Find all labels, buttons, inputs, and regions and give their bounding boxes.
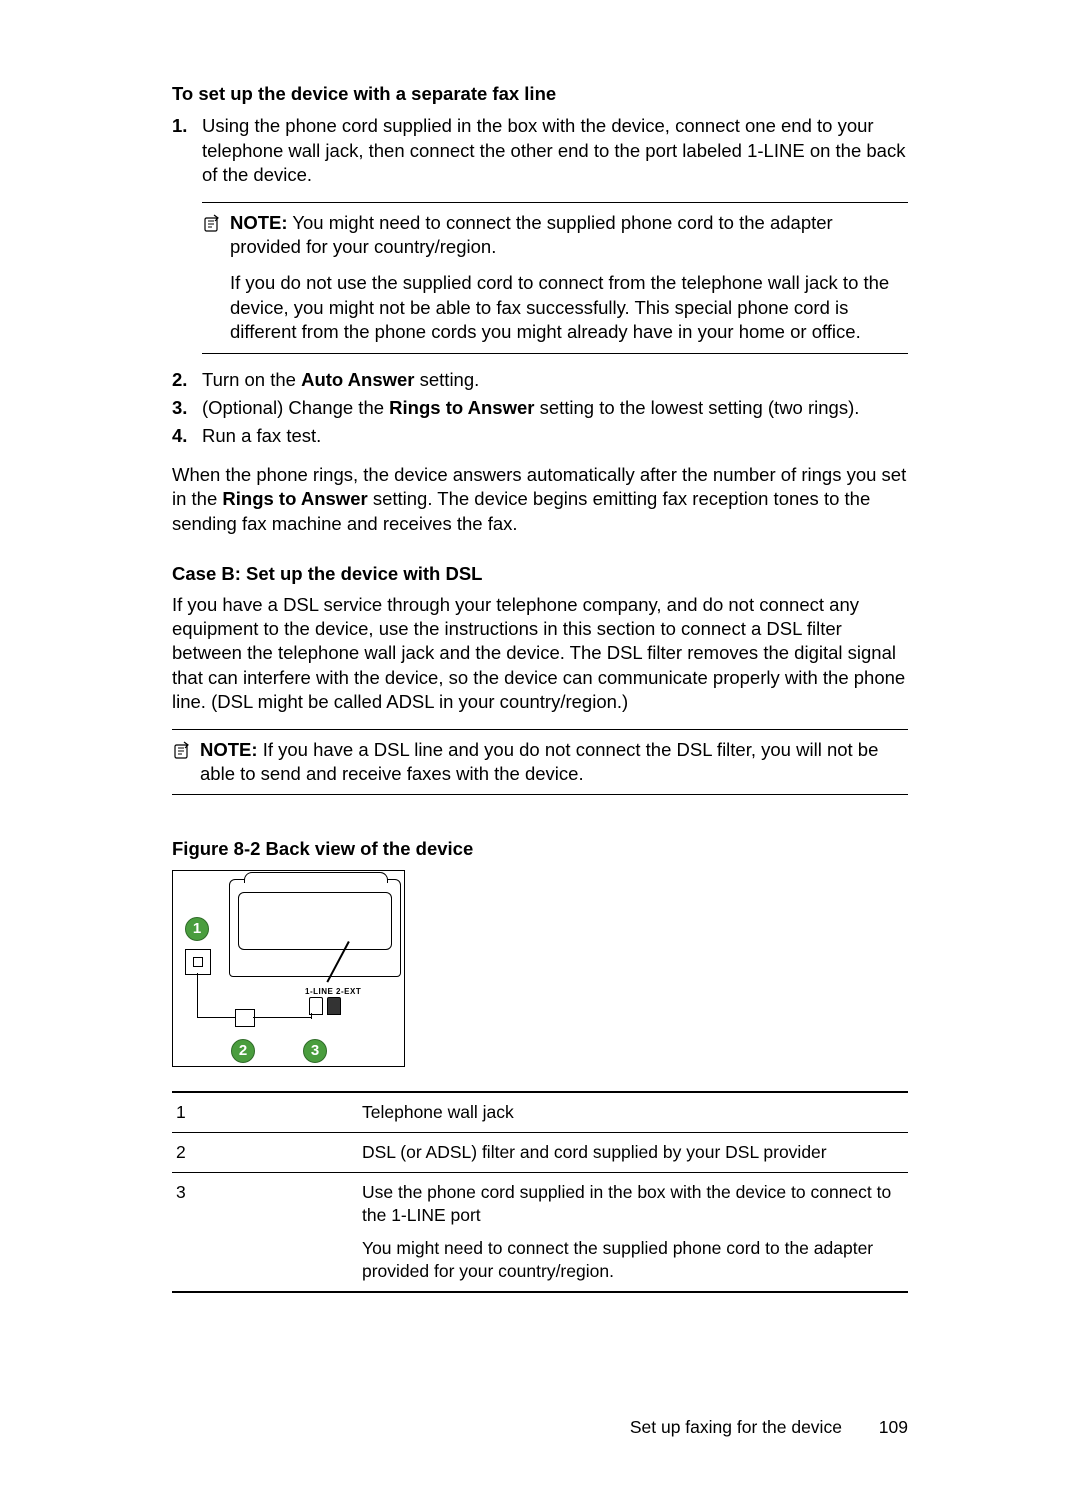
printer-icon bbox=[229, 879, 401, 977]
closing-paragraph: When the phone rings, the device answers… bbox=[172, 463, 908, 536]
wire-icon bbox=[311, 1013, 312, 1019]
figure-8-2: 1-LINE 2-EXT 1 2 3 bbox=[172, 870, 405, 1067]
bold-term: Auto Answer bbox=[301, 369, 414, 390]
note-label: NOTE: bbox=[200, 739, 258, 760]
step-number: 2. bbox=[172, 368, 202, 392]
table-row: 3 Use the phone cord supplied in the box… bbox=[172, 1172, 908, 1292]
footer-section-title: Set up faxing for the device bbox=[630, 1417, 842, 1437]
step-number: 3. bbox=[172, 396, 202, 420]
note-box: NOTE: You might need to connect the supp… bbox=[202, 202, 908, 354]
legend-number: 1 bbox=[172, 1092, 358, 1133]
wall-jack-icon bbox=[185, 949, 211, 975]
wire-icon bbox=[197, 973, 198, 1017]
figure-caption: Figure 8-2 Back view of the device bbox=[172, 837, 908, 861]
step-body: Run a fax test. bbox=[202, 424, 908, 448]
note-icon bbox=[172, 738, 200, 787]
note-box: NOTE: If you have a DSL line and you do … bbox=[172, 729, 908, 796]
note-label: NOTE: bbox=[230, 212, 288, 233]
text: setting to the lowest setting (two rings… bbox=[534, 397, 859, 418]
dsl-filter-icon bbox=[235, 1009, 255, 1027]
table-row: 1 Telephone wall jack bbox=[172, 1092, 908, 1133]
step-4: 4. Run a fax test. bbox=[172, 424, 908, 448]
note-text: NOTE: You might need to connect the supp… bbox=[230, 211, 908, 345]
figure-legend-table: 1 Telephone wall jack 2 DSL (or ADSL) fi… bbox=[172, 1091, 908, 1294]
step-number: 4. bbox=[172, 424, 202, 448]
page-number: 109 bbox=[879, 1417, 908, 1437]
legend-number: 2 bbox=[172, 1132, 358, 1172]
section-b-paragraph: If you have a DSL service through your t… bbox=[172, 593, 908, 715]
table-row: 2 DSL (or ADSL) filter and cord supplied… bbox=[172, 1132, 908, 1172]
note-p1: You might need to connect the supplied p… bbox=[230, 212, 833, 257]
text: setting. bbox=[414, 369, 479, 390]
section-b-title: Case B: Set up the device with DSL bbox=[172, 562, 908, 586]
callout-1: 1 bbox=[185, 917, 209, 941]
section-a-title: To set up the device with a separate fax… bbox=[172, 82, 908, 106]
wire-icon bbox=[197, 1017, 239, 1018]
note-p2: If you do not use the supplied cord to c… bbox=[230, 271, 908, 344]
text: Turn on the bbox=[202, 369, 301, 390]
legend-number: 3 bbox=[172, 1172, 358, 1292]
step-body: Using the phone cord supplied in the box… bbox=[202, 114, 908, 187]
step-body: Turn on the Auto Answer setting. bbox=[202, 368, 908, 392]
step-2: 2. Turn on the Auto Answer setting. bbox=[172, 368, 908, 392]
text: Use the phone cord supplied in the box w… bbox=[362, 1181, 904, 1227]
port-2-ext-icon bbox=[327, 997, 341, 1015]
step-number: 1. bbox=[172, 114, 202, 187]
steps-list: 1. Using the phone cord supplied in the … bbox=[172, 114, 908, 187]
step-1: 1. Using the phone cord supplied in the … bbox=[172, 114, 908, 187]
legend-desc: Telephone wall jack bbox=[358, 1092, 908, 1133]
steps-list-cont: 2. Turn on the Auto Answer setting. 3. (… bbox=[172, 368, 908, 449]
wire-icon bbox=[253, 1017, 311, 1018]
text: (Optional) Change the bbox=[202, 397, 389, 418]
manual-page: To set up the device with a separate fax… bbox=[0, 0, 1080, 1495]
bold-term: Rings to Answer bbox=[222, 488, 367, 509]
legend-desc: DSL (or ADSL) filter and cord supplied b… bbox=[358, 1132, 908, 1172]
note-body: If you have a DSL line and you do not co… bbox=[200, 739, 878, 784]
step-3: 3. (Optional) Change the Rings to Answer… bbox=[172, 396, 908, 420]
page-footer: Set up faxing for the device 109 bbox=[0, 1416, 1080, 1439]
callout-2: 2 bbox=[231, 1039, 255, 1063]
bold-term: Rings to Answer bbox=[389, 397, 534, 418]
note-text: NOTE: If you have a DSL line and you do … bbox=[200, 738, 908, 787]
note-icon bbox=[202, 211, 230, 345]
text: You might need to connect the supplied p… bbox=[362, 1237, 904, 1283]
callout-3: 3 bbox=[303, 1039, 327, 1063]
step-body: (Optional) Change the Rings to Answer se… bbox=[202, 396, 908, 420]
port-labels: 1-LINE 2-EXT bbox=[305, 987, 361, 998]
legend-desc: Use the phone cord supplied in the box w… bbox=[358, 1172, 908, 1292]
